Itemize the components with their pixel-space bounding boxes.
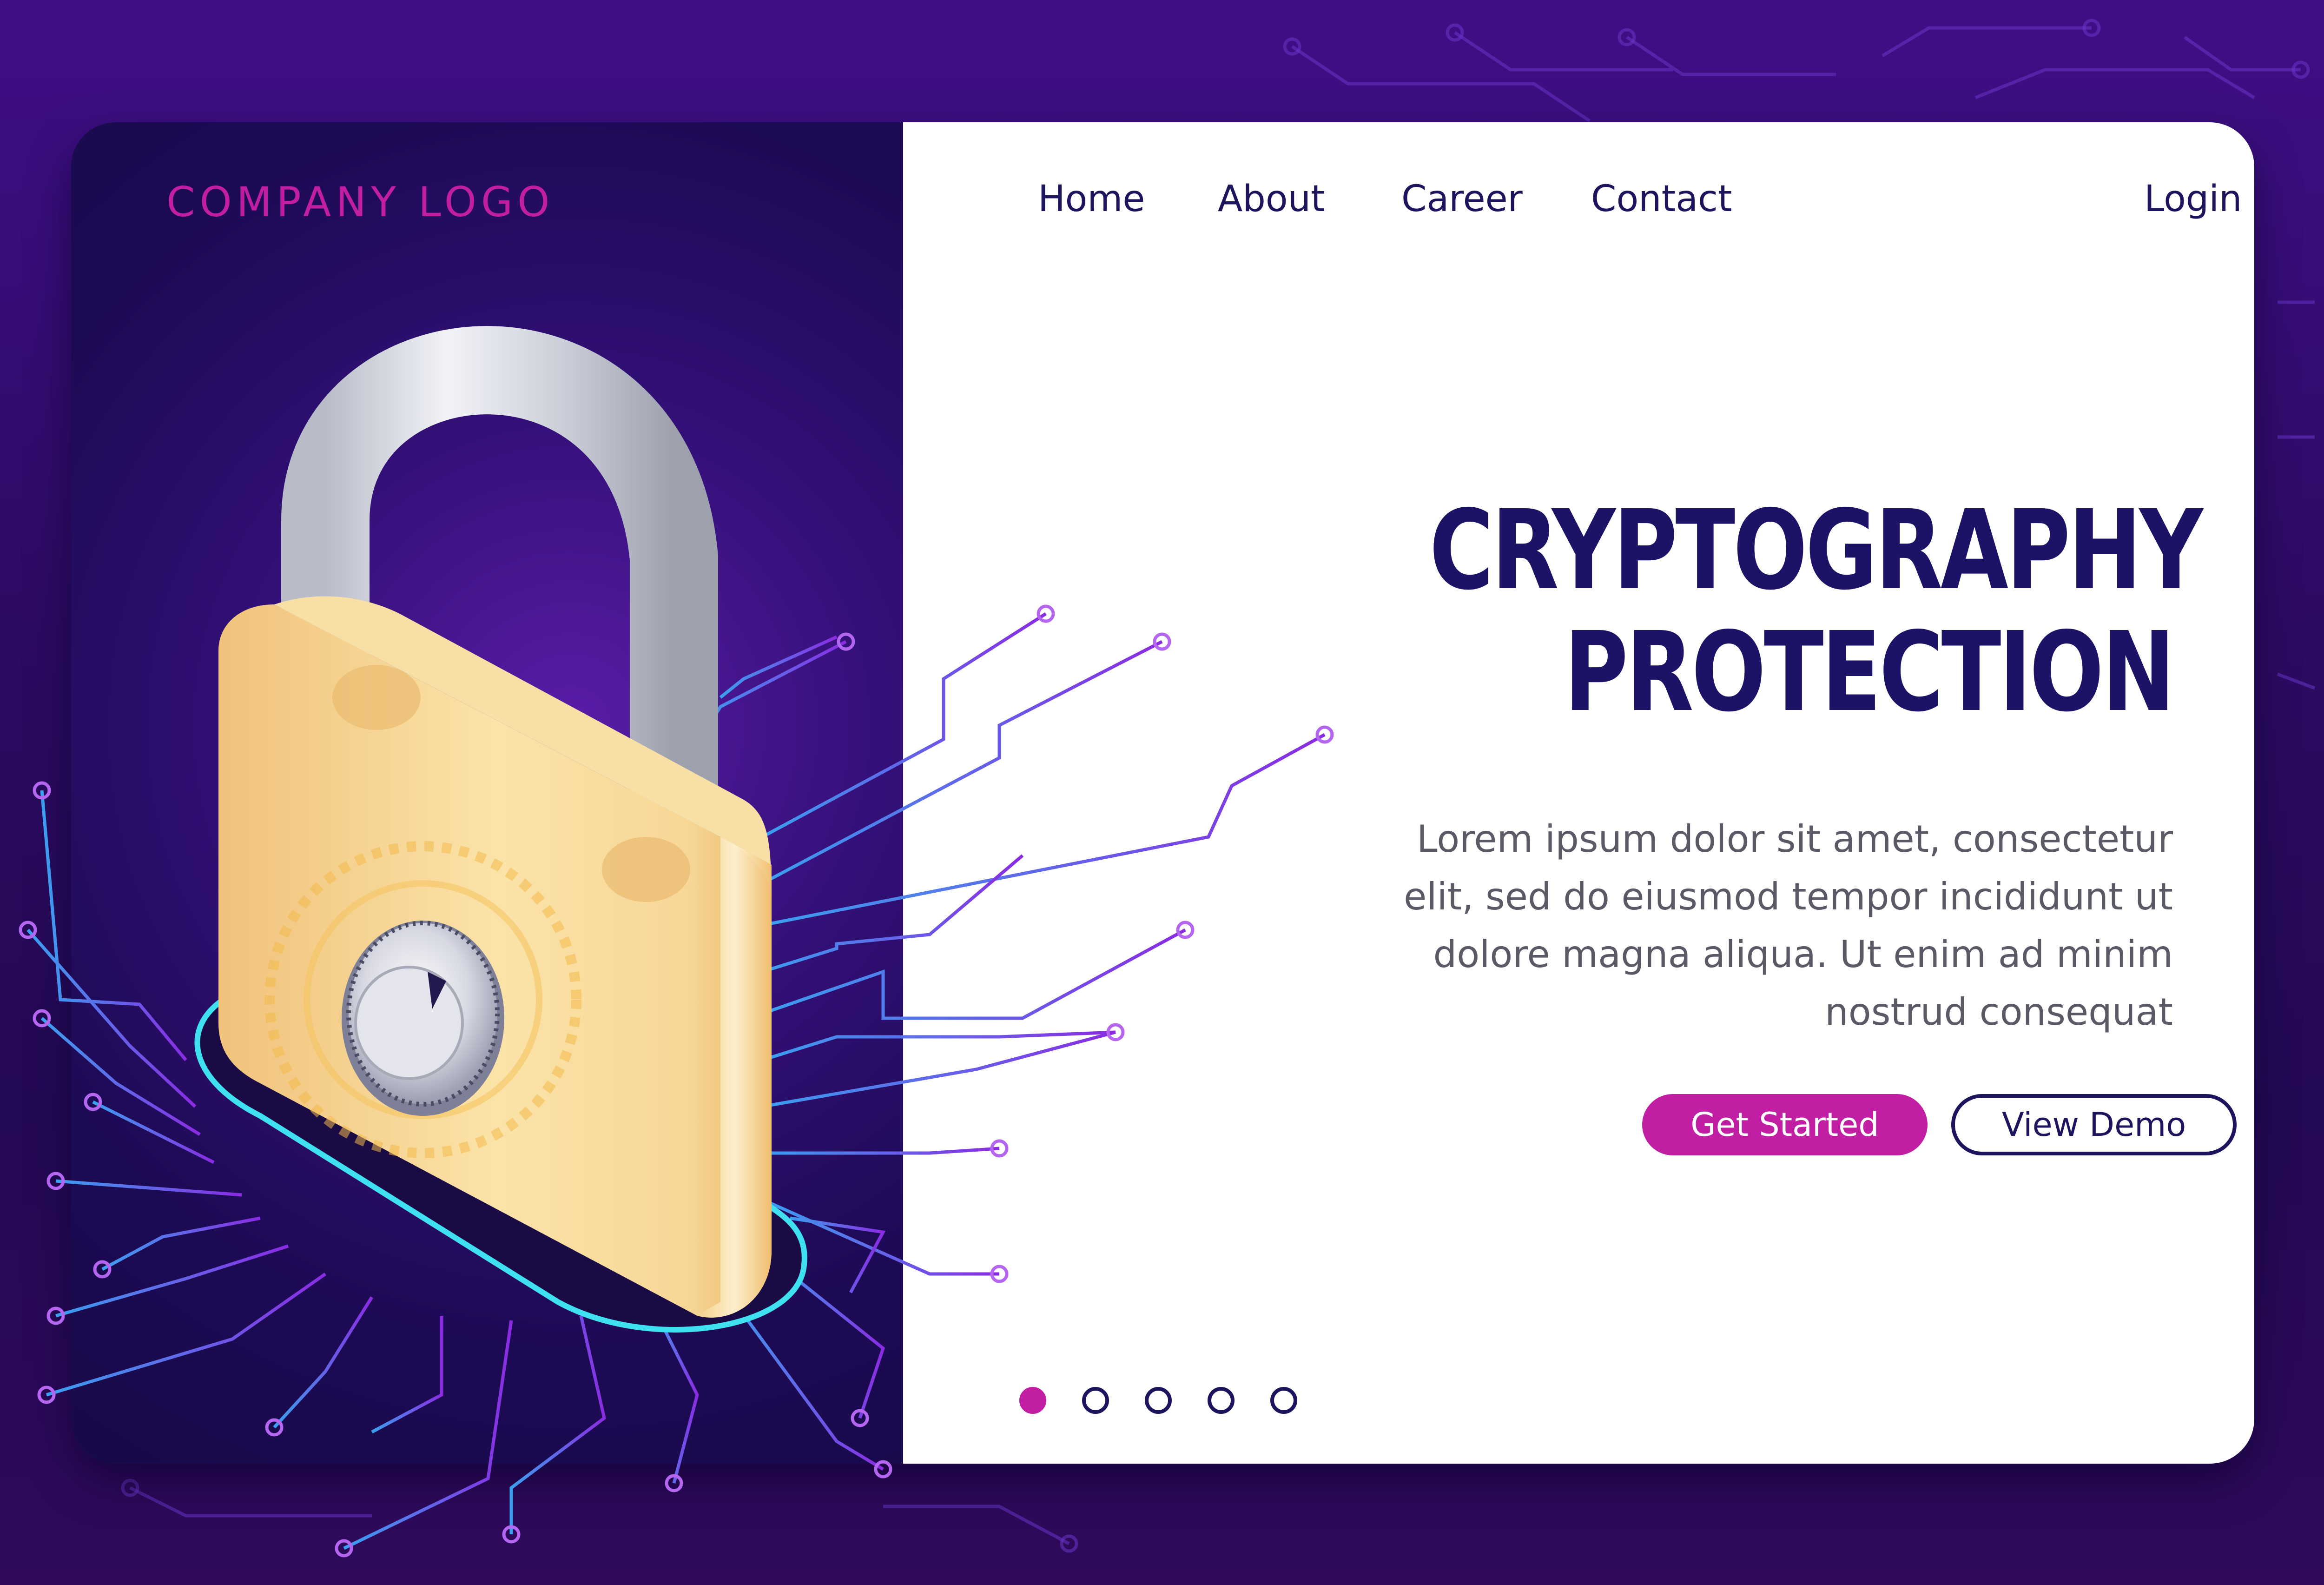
hero-title: CRYPTOGRAPHY PROTECTION [1429, 486, 2203, 736]
view-demo-button[interactable]: View Demo [1951, 1094, 2237, 1155]
company-logo[interactable]: COMPANY LOGO [166, 178, 554, 226]
description-line-1: Lorem ipsum dolor sit amet, consectetur [1417, 817, 2173, 861]
carousel-dot-1[interactable] [1019, 1387, 1046, 1414]
hero-title-line-2: PROTECTION [1564, 608, 2175, 736]
carousel-dot-2[interactable] [1082, 1387, 1109, 1414]
description-line-4: nostrud consequat [1825, 990, 2173, 1034]
nav-about[interactable]: About [1218, 178, 1325, 220]
hero-description: Lorem ipsum dolor sit amet, consectetur … [1383, 810, 2173, 1041]
content-panel: Home About Career Contact Login CRYPTOGR… [903, 122, 2254, 1464]
hero-title-line-1: CRYPTOGRAPHY [1429, 486, 2203, 614]
landing-card: COMPANY LOGO Home About Career Contact L… [71, 122, 2254, 1464]
carousel-dot-5[interactable] [1270, 1387, 1297, 1414]
carousel-dot-3[interactable] [1145, 1387, 1172, 1414]
nav-career[interactable]: Career [1401, 178, 1523, 220]
get-started-button[interactable]: Get Started [1642, 1094, 1928, 1155]
nav-contact[interactable]: Contact [1591, 178, 1732, 220]
nav-home[interactable]: Home [1038, 178, 1145, 220]
nav-login[interactable]: Login [2144, 178, 2242, 220]
hero-illustration-panel: COMPANY LOGO [71, 122, 903, 1464]
carousel-dot-4[interactable] [1208, 1387, 1235, 1414]
description-line-2: elit, sed do eiusmod tempor incididunt u… [1404, 875, 2173, 918]
description-line-3: dolore magna aliqua. Ut enim ad minim [1433, 933, 2173, 976]
